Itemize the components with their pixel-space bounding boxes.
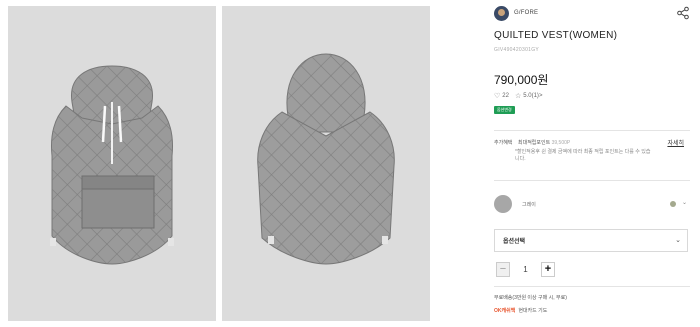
rating-value[interactable]: 5.0(1) [523,93,539,99]
product-title: QUILTED VEST(WOMEN) [494,30,618,41]
heart-icon[interactable]: ♡ [494,92,500,100]
star-icon: ☆ [514,93,522,100]
divider [494,286,690,287]
quantity-decrease-button[interactable]: − [496,262,510,277]
option-select[interactable]: 옵션선택 ⌄ [494,229,688,252]
quantity-stepper: − 1 + [496,262,555,277]
share-icon[interactable] [676,6,690,20]
product-gallery [8,6,431,321]
rating-more-icon[interactable]: > [539,93,543,99]
color-swatch[interactable] [494,195,512,213]
benefit-note: *할인적용후 쉰 결제 금액에 따라 최종 적립 포인트는 다를 수 있습니다. [515,149,651,162]
like-count: 22 [502,93,509,99]
option-select-placeholder: 옵션선택 [503,239,526,245]
product-image-front[interactable] [8,6,216,321]
product-price: 790,000원 [494,73,549,87]
quantity-increase-button[interactable]: + [541,262,555,277]
chevron-down-icon[interactable]: ⌄ [682,199,687,206]
benefit-points-row: 최대적립포인트 39,500P [518,139,570,146]
color-option-row[interactable]: 그레이 ⌄ [494,193,690,215]
vest-back-illustration [257,53,395,265]
benefit-points-label: 최대적립포인트 [518,140,551,146]
chevron-down-icon: ⌄ [675,237,681,244]
shipping-info: 무료배송(3만원 이상 구매 시, 무료) [494,295,567,301]
vest-front-illustration [50,65,174,265]
divider [494,130,690,131]
product-code: GIV490420301GY [494,47,540,53]
product-image-back[interactable] [222,6,430,321]
benefit-points-value: 39,500P [551,140,571,146]
detail-link[interactable]: 자세히 [667,138,684,147]
product-stats: ♡ 22 ☆ 5.0(1) > [494,92,542,100]
cashback-logo: OK캐쉬백 [494,308,516,314]
quantity-value[interactable]: 1 [510,265,541,274]
color-name: 그레이 [522,202,536,208]
color-dot [670,201,676,207]
cashback-text[interactable]: 현대카드 기도 [518,307,547,314]
divider [494,180,690,181]
brand-avatar-icon[interactable] [494,5,509,21]
brand-row: G/FORE [494,5,690,21]
cashback-row: OK캐쉬백 현대카드 기도 [494,307,547,314]
product-info-panel: G/FORE QUILTED VEST(WOMEN) GIV490420301G… [494,0,690,327]
benefit-label: 추가혜택 [494,140,513,146]
status-badge: 옵션변경 [494,106,515,114]
brand-name[interactable]: G/FORE [514,10,538,16]
